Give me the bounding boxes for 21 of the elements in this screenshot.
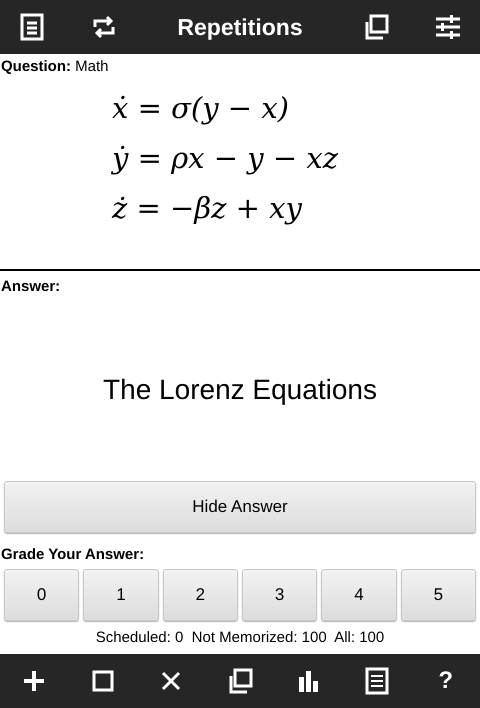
grade-button[interactable]: 4 bbox=[321, 569, 397, 621]
equation: ż = −βz + xy bbox=[112, 191, 302, 225]
grade-button[interactable]: 5 bbox=[400, 569, 476, 621]
answer-label: Answer: bbox=[0, 278, 60, 295]
hide-answer-button[interactable]: Hide Answer bbox=[4, 481, 476, 533]
status-text: Scheduled: 0 Not Memorized: 100 All: 100 bbox=[96, 628, 384, 648]
list-icon[interactable] bbox=[363, 667, 392, 695]
grade-button[interactable]: 2 bbox=[162, 569, 238, 621]
help-button[interactable]: ? bbox=[438, 663, 454, 699]
grade-button[interactable]: 3 bbox=[242, 569, 318, 621]
question-label: Question: bbox=[1, 58, 71, 75]
sliders-icon[interactable] bbox=[434, 13, 462, 41]
notes-icon[interactable] bbox=[18, 13, 46, 41]
question-category: Math bbox=[75, 58, 109, 75]
grade-button[interactable]: 0 bbox=[4, 569, 80, 621]
grade-button[interactable]: 1 bbox=[83, 569, 159, 621]
answer-text: The Lorenz Equations bbox=[103, 373, 377, 407]
equation: ẏ = ρx − y − xz bbox=[112, 141, 338, 175]
equation: ẋ = σ(y − x) bbox=[112, 91, 289, 125]
screen-title: Repetitions bbox=[177, 12, 303, 42]
grade-label: Grade Your Answer: bbox=[1, 546, 144, 563]
